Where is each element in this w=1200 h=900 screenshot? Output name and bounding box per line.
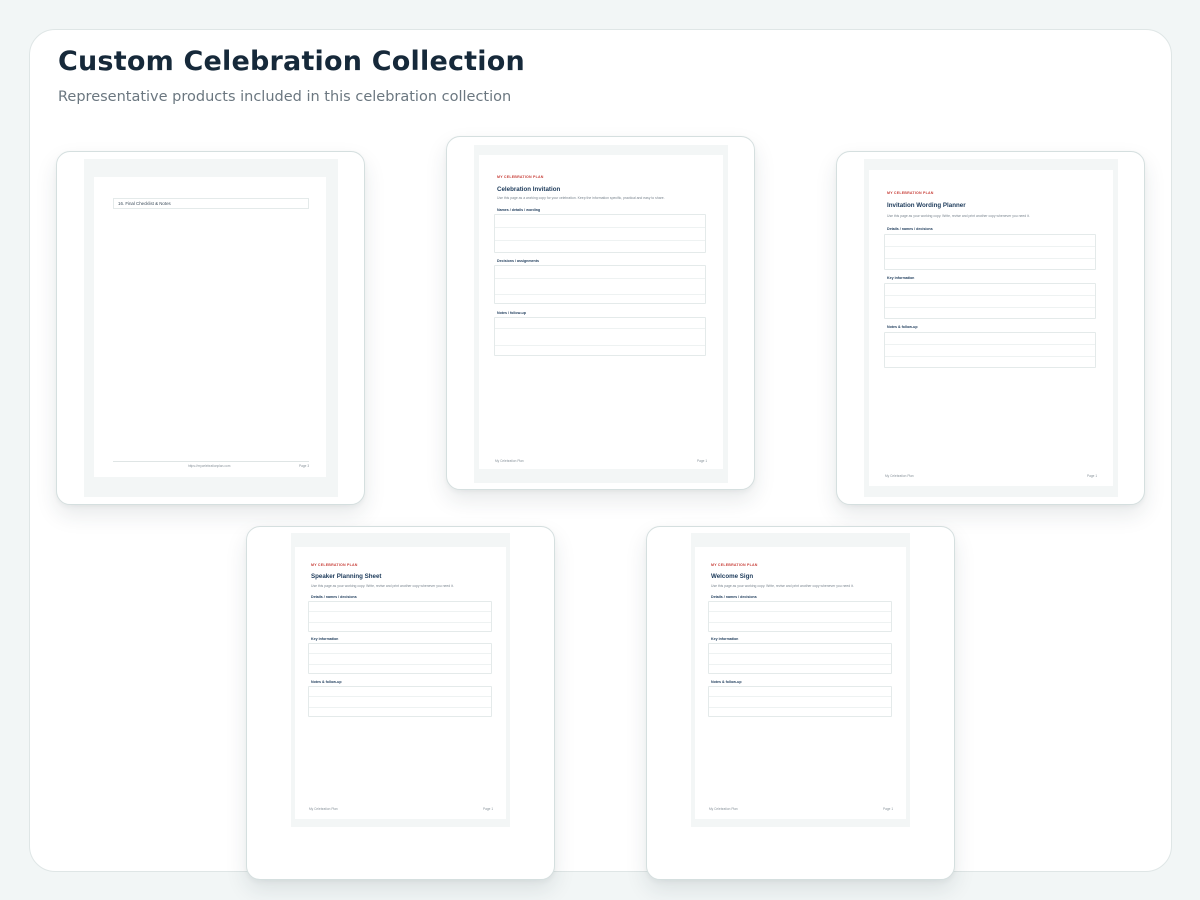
footer-page: Page 1 — [483, 807, 494, 811]
page-preview: MY CELEBRATION PLAN Celebration Invitati… — [479, 155, 723, 469]
footer-brand: My Celebration Plan — [495, 459, 524, 463]
writing-box — [494, 317, 706, 356]
product-card-final-checklist[interactable]: 16. Final Checklist & Notes https://myce… — [56, 151, 365, 505]
writing-box — [884, 332, 1096, 368]
section-label: Key information — [311, 637, 339, 641]
brand-label: MY CELEBRATION PLAN — [887, 191, 934, 195]
writing-line — [709, 707, 891, 708]
footer-page: Page 1 — [883, 807, 894, 811]
writing-box — [308, 601, 492, 632]
writing-line — [709, 653, 891, 654]
writing-line — [885, 356, 1095, 357]
writing-line — [709, 611, 891, 612]
writing-line — [495, 227, 705, 228]
writing-line — [309, 664, 491, 665]
writing-line — [885, 344, 1095, 345]
writing-line — [709, 696, 891, 697]
section-label: Key information — [887, 276, 915, 280]
document-title: Speaker Planning Sheet — [311, 573, 382, 580]
writing-line — [495, 240, 705, 241]
writing-line — [495, 294, 705, 295]
page-subtitle: Representative products included in this… — [58, 89, 512, 105]
section-label: Notes & follow-up — [887, 325, 918, 329]
writing-line — [709, 664, 891, 665]
page-preview: 16. Final Checklist & Notes https://myce… — [94, 177, 326, 477]
writing-line — [309, 696, 491, 697]
writing-line — [309, 622, 491, 623]
page-frame: 16. Final Checklist & Notes https://myce… — [84, 159, 338, 497]
writing-line — [885, 246, 1095, 247]
footer-page: Page 1 — [697, 459, 708, 463]
document-intro: Use this page as a working copy for your… — [497, 196, 665, 200]
product-card-speaker-planning-sheet[interactable]: MY CELEBRATION PLAN Speaker Planning She… — [246, 526, 555, 880]
writing-box — [884, 283, 1096, 319]
section-label: Decisions / assignments — [497, 259, 539, 263]
product-card-celebration-invitation[interactable]: MY CELEBRATION PLAN Celebration Invitati… — [446, 136, 755, 490]
checklist-section-row: 16. Final Checklist & Notes — [113, 198, 309, 209]
writing-line — [885, 307, 1095, 308]
writing-box — [708, 601, 892, 632]
writing-line — [885, 295, 1095, 296]
brand-label: MY CELEBRATION PLAN — [311, 563, 358, 567]
section-label: Names / details / wording — [497, 208, 541, 212]
section-label: Notes & follow-up — [311, 680, 342, 684]
page-frame: MY CELEBRATION PLAN Celebration Invitati… — [474, 145, 728, 483]
product-card-welcome-sign[interactable]: MY CELEBRATION PLAN Welcome Sign Use thi… — [646, 526, 955, 880]
writing-box — [494, 214, 706, 253]
writing-box — [308, 686, 492, 717]
writing-line — [495, 278, 705, 279]
page-preview: MY CELEBRATION PLAN Invitation Wording P… — [869, 170, 1113, 486]
footer-brand: My Celebration Plan — [885, 474, 914, 478]
section-label: Key information — [711, 637, 739, 641]
writing-box — [308, 643, 492, 674]
document-intro: Use this page as your working copy. Writ… — [311, 584, 454, 588]
writing-line — [309, 653, 491, 654]
page-title: Custom Celebration Collection — [58, 46, 525, 77]
brand-label: MY CELEBRATION PLAN — [497, 175, 544, 179]
document-intro: Use this page as your working copy. Writ… — [887, 214, 1030, 218]
product-card-invitation-wording-planner[interactable]: MY CELEBRATION PLAN Invitation Wording P… — [836, 151, 1145, 505]
document-intro: Use this page as your working copy. Writ… — [711, 584, 854, 588]
writing-line — [309, 611, 491, 612]
section-label: Details / names / decisions — [887, 227, 933, 231]
writing-box — [708, 643, 892, 674]
section-label: Notes & follow-up — [711, 680, 742, 684]
document-title: Celebration Invitation — [497, 186, 561, 193]
page-preview: MY CELEBRATION PLAN Welcome Sign Use thi… — [695, 547, 906, 819]
writing-line — [495, 345, 705, 346]
section-label: Details / names / decisions — [311, 595, 357, 599]
page-frame: MY CELEBRATION PLAN Invitation Wording P… — [864, 159, 1118, 497]
footer-brand: My Celebration Plan — [709, 807, 738, 811]
brand-label: MY CELEBRATION PLAN — [711, 563, 758, 567]
writing-box — [494, 265, 706, 304]
document-title: Invitation Wording Planner — [887, 202, 966, 209]
footer-rule — [113, 461, 309, 462]
footer-page: Page 3 — [299, 464, 310, 468]
document-title: Welcome Sign — [711, 573, 754, 580]
writing-line — [885, 258, 1095, 259]
page-frame: MY CELEBRATION PLAN Speaker Planning She… — [291, 533, 510, 827]
footer-page: Page 1 — [1087, 474, 1098, 478]
writing-line — [495, 328, 705, 329]
writing-line — [709, 622, 891, 623]
page-preview: MY CELEBRATION PLAN Speaker Planning She… — [295, 547, 506, 819]
section-label: Details / names / decisions — [711, 595, 757, 599]
footer-url: https://mycelebrationplan.com — [188, 464, 231, 468]
footer-brand: My Celebration Plan — [309, 807, 338, 811]
writing-box — [884, 234, 1096, 270]
writing-line — [309, 707, 491, 708]
section-label: Notes / follow-up — [497, 311, 526, 315]
writing-box — [708, 686, 892, 717]
page-frame: MY CELEBRATION PLAN Welcome Sign Use thi… — [691, 533, 910, 827]
